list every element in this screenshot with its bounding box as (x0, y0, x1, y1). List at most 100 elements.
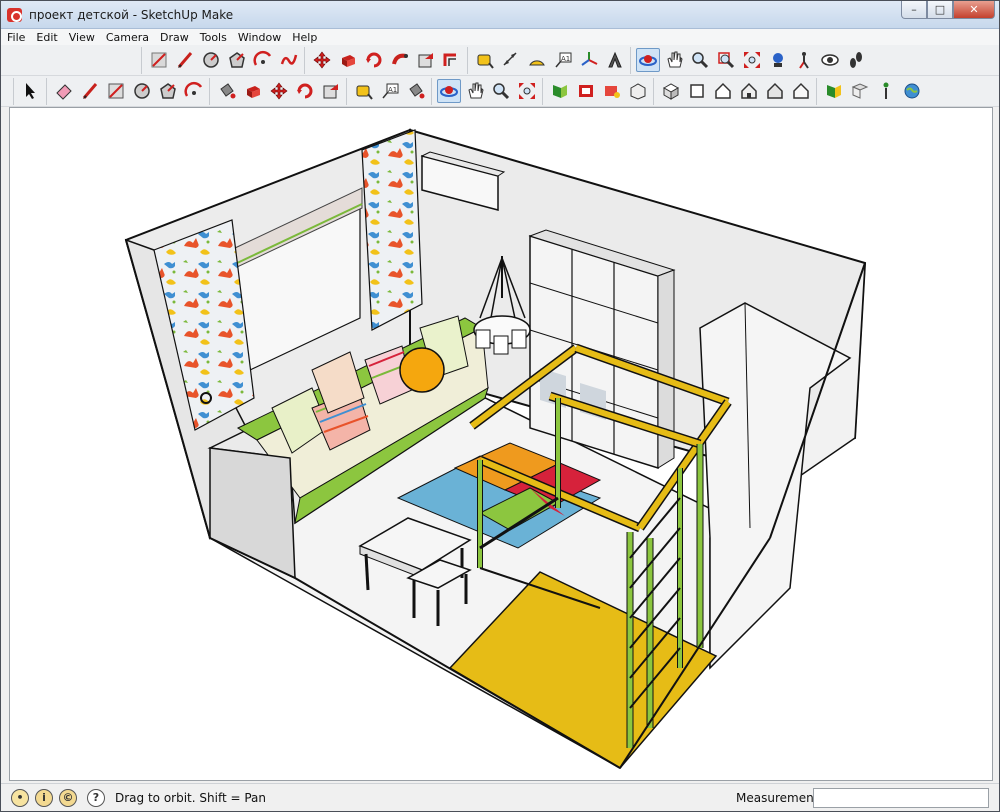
toolbar-group (653, 77, 814, 105)
look-around-button[interactable] (818, 48, 842, 72)
person-button[interactable] (874, 79, 898, 103)
model-viewport[interactable] (9, 107, 993, 781)
status-message: Drag to orbit. Shift = Pan (115, 791, 266, 805)
model-canvas[interactable] (10, 108, 992, 780)
pan-tool-button[interactable] (662, 48, 686, 72)
get-models-button[interactable] (574, 79, 598, 103)
zoom-extents-button[interactable] (740, 48, 764, 72)
position-camera-button[interactable] (766, 48, 790, 72)
scale-tool-button[interactable] (414, 48, 438, 72)
select-tool-button[interactable] (19, 79, 43, 103)
measurements-input[interactable] (813, 788, 989, 808)
menu-view[interactable]: View (69, 31, 95, 44)
3d-text-button[interactable] (603, 48, 627, 72)
orbit-tool-button[interactable] (437, 79, 461, 103)
position-camera-icon (773, 53, 783, 67)
protractor-tool-button[interactable] (525, 48, 549, 72)
iso-view-button[interactable] (659, 79, 683, 103)
freehand-tool-button[interactable] (277, 48, 301, 72)
push-pull-tool-button[interactable] (241, 79, 265, 103)
footprints-button[interactable] (844, 48, 868, 72)
polygon-tool-icon (229, 52, 245, 68)
circle-tool-button[interactable] (130, 79, 154, 103)
arc-tool-button[interactable] (251, 48, 275, 72)
3d-warehouse-button[interactable] (626, 79, 650, 103)
eraser-tool-icon (56, 84, 72, 100)
paint-bucket-button[interactable] (215, 79, 239, 103)
rotate-tool-button[interactable] (293, 79, 317, 103)
arc-tool-button[interactable] (182, 79, 206, 103)
sketchup-app-icon (7, 8, 22, 22)
geolocation-icon[interactable]: • (11, 789, 29, 807)
push-pull-tool-button[interactable] (336, 48, 360, 72)
menu-draw[interactable]: Draw (160, 31, 189, 44)
copyright-icon[interactable]: © (59, 789, 77, 807)
eraser-tool-button[interactable] (52, 79, 76, 103)
pencil-tool-button[interactable] (78, 79, 102, 103)
top-view-icon (690, 84, 704, 98)
footprints-icon (850, 52, 862, 68)
tape-measure-button[interactable] (473, 48, 497, 72)
pan-tool-button[interactable] (463, 79, 487, 103)
zoom-window-button[interactable] (714, 48, 738, 72)
menu-help[interactable]: Help (292, 31, 317, 44)
toolbar-group (304, 46, 465, 74)
tape-measure-button[interactable] (352, 79, 376, 103)
wardrobe (699, 302, 852, 670)
share-model-button[interactable] (600, 79, 624, 103)
circle-tool-button[interactable] (199, 48, 223, 72)
menu-camera[interactable]: Camera (106, 31, 149, 44)
line-tool-button[interactable] (147, 48, 171, 72)
text-tool-icon: A1 (555, 52, 572, 68)
previous-view-button[interactable] (548, 79, 572, 103)
pencil-tool-button[interactable] (173, 48, 197, 72)
zoom-extents-button[interactable] (515, 79, 539, 103)
scale-tool-button[interactable] (319, 79, 343, 103)
polygon-tool-button[interactable] (225, 48, 249, 72)
minimize-button[interactable]: – (901, 1, 927, 19)
menu-window[interactable]: Window (238, 31, 281, 44)
zoom-tool-button[interactable] (489, 79, 513, 103)
toolbar-group (209, 77, 344, 105)
walk-tool-button[interactable] (792, 48, 816, 72)
toolbar-group (816, 77, 925, 105)
axes-tool-button[interactable] (577, 48, 601, 72)
left-view-button[interactable] (789, 79, 813, 103)
move-tool-button[interactable] (310, 48, 334, 72)
orbit-tool-button[interactable] (636, 48, 660, 72)
polygon-tool-button[interactable] (156, 79, 180, 103)
paint-bucket-button[interactable] (404, 79, 428, 103)
text-tool-button[interactable]: A1 (551, 48, 575, 72)
rectangle-tool-button[interactable] (104, 79, 128, 103)
offset-tool-button[interactable] (440, 48, 464, 72)
zoom-tool-button[interactable] (688, 48, 712, 72)
help-icon[interactable]: ? (87, 789, 105, 807)
xray-button[interactable] (848, 79, 872, 103)
toolbar-group (13, 77, 44, 105)
rotate-tool-button[interactable] (362, 48, 386, 72)
right-view-icon (741, 82, 757, 99)
previous-view-icon (553, 85, 567, 98)
maximize-button[interactable]: □ (927, 1, 953, 19)
back-view-button[interactable] (763, 79, 787, 103)
front-view-icon (715, 82, 731, 99)
move-tool-icon (270, 82, 288, 100)
title-bar[interactable]: проект детской - SketchUp Make – □ ✕ (1, 1, 999, 29)
move-tool-icon (313, 51, 331, 69)
menu-file[interactable]: File (7, 31, 25, 44)
top-view-button[interactable] (685, 79, 709, 103)
dimension-tool-button[interactable] (499, 48, 523, 72)
scale-tool-icon (323, 84, 338, 99)
polygon-tool-icon (160, 83, 176, 99)
follow-me-tool-button[interactable] (388, 48, 412, 72)
menu-edit[interactable]: Edit (36, 31, 57, 44)
right-view-button[interactable] (737, 79, 761, 103)
text-tool-button[interactable]: A1 (378, 79, 402, 103)
front-view-button[interactable] (711, 79, 735, 103)
move-tool-button[interactable] (267, 79, 291, 103)
globe-button[interactable] (900, 79, 924, 103)
credits-icon[interactable]: i (35, 789, 53, 807)
extension-warehouse-button[interactable] (822, 79, 846, 103)
menu-tools[interactable]: Tools (200, 31, 227, 44)
close-button[interactable]: ✕ (953, 1, 995, 19)
